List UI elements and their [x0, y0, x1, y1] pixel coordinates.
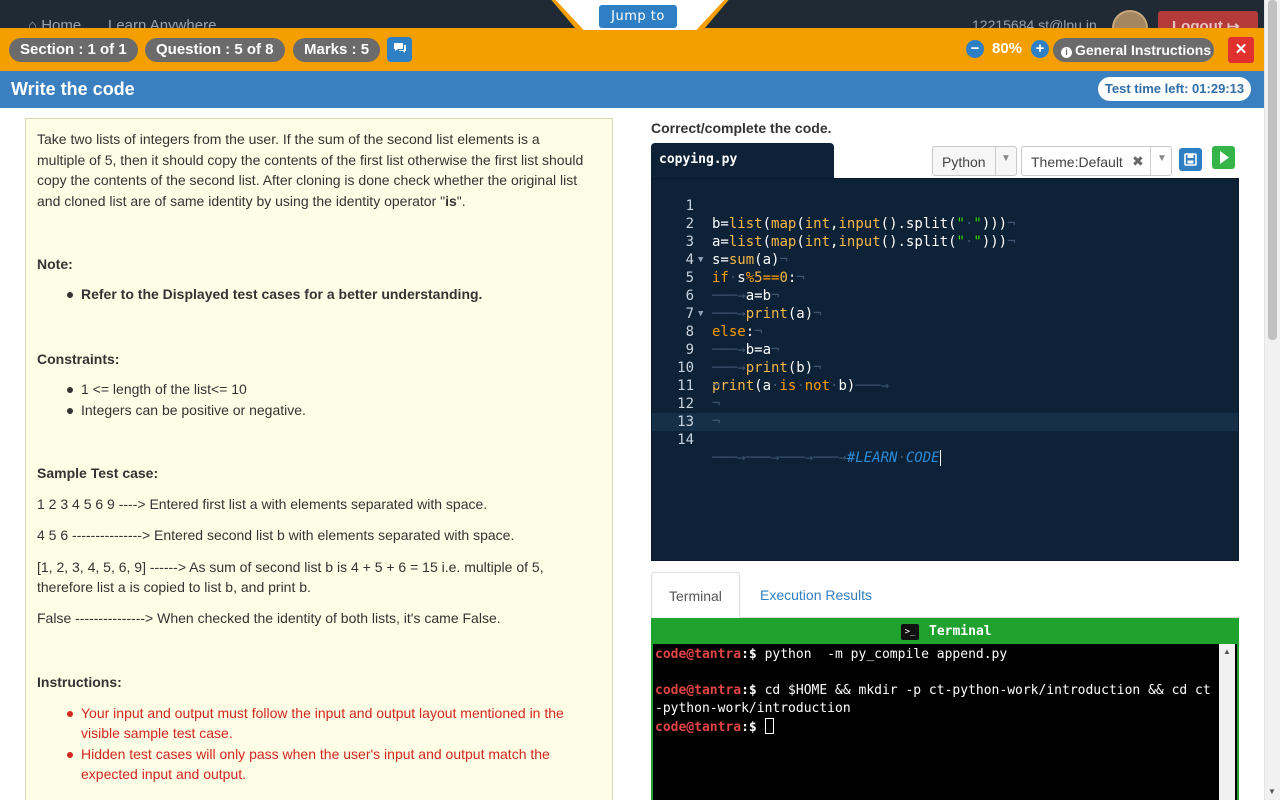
general-instructions-button[interactable]: i General Instructions	[1053, 38, 1214, 62]
section-badge: Section : 1 of 1	[9, 38, 138, 62]
instructions-heading: Instructions:	[37, 674, 122, 690]
code-line: 8 ───→b=a¬	[685, 324, 780, 358]
scrollbar-thumb[interactable]	[1268, 0, 1277, 340]
code-line: 12 ¬	[677, 396, 721, 412]
home-link[interactable]: ⌂ Home	[28, 17, 81, 28]
editor-label: Correct/complete the code.	[651, 120, 832, 136]
file-tab[interactable]: copying.py	[651, 143, 834, 178]
bullet	[67, 292, 73, 298]
zoom-out-button[interactable]: −	[966, 40, 984, 58]
terminal-icon: >_	[901, 624, 919, 640]
clear-icon[interactable]: ✖	[1132, 153, 1144, 170]
code-line: 4 ▼ if·s%5==0:¬	[685, 252, 805, 286]
marks-badge: Marks : 5	[293, 38, 381, 62]
play-icon	[1220, 151, 1229, 164]
sample-line: 4 5 6 ---------------> Entered second li…	[37, 527, 515, 543]
language-value: Python	[942, 154, 986, 170]
title-bar	[0, 71, 1264, 108]
instruction-item: Hidden test cases will only pass when th…	[81, 746, 550, 762]
terminal-title: Terminal	[929, 624, 992, 639]
question-badge: Question : 5 of 8	[145, 38, 285, 62]
note-item: Refer to the Displayed test cases for a …	[81, 286, 483, 302]
save-button[interactable]	[1179, 148, 1202, 171]
save-icon	[1184, 153, 1197, 166]
question-panel	[25, 118, 613, 800]
tab-terminal-label: Terminal	[669, 588, 722, 604]
question-line: multiple of 5, then it should copy the c…	[37, 152, 584, 168]
run-button[interactable]	[1212, 146, 1235, 169]
constraints-heading: Constraints:	[37, 351, 120, 367]
terminal-cursor	[764, 718, 774, 734]
bullet	[67, 711, 73, 717]
chevron-down-icon: ▼	[1001, 153, 1011, 164]
zoom-in-button[interactable]: +	[1031, 40, 1049, 58]
terminal-scrollbar[interactable]: ▲	[1219, 644, 1235, 800]
terminal-line: code@tantra:$ python -m py_compile appen…	[655, 647, 1008, 662]
avatar[interactable]	[1112, 10, 1148, 28]
code-line: 9 ───→print(b)¬	[685, 342, 822, 376]
code-line: 1 b=list(map(int,input().split("·")))¬	[685, 198, 1016, 232]
logout-button[interactable]: Logout ↦	[1158, 11, 1258, 28]
code-line: 5 ───→a=b¬	[685, 270, 780, 304]
code-line: 2 a=list(map(int,input().split("·")))¬	[685, 216, 1016, 250]
terminal-line: code@tantra:$	[655, 718, 774, 737]
instruction-item: visible sample test case.	[81, 725, 233, 741]
chat-icon[interactable]	[387, 37, 412, 62]
tab-terminal[interactable]: Terminal	[651, 572, 740, 618]
code-line: 6 ───→print(a)¬	[685, 288, 822, 322]
sample-line: False ---------------> When checked the …	[37, 610, 501, 626]
zoom-level: 80%	[992, 40, 1023, 57]
code-line: 10 print(a·is·not·b)───→	[677, 360, 890, 394]
page-title: Write the code	[11, 79, 135, 99]
learn-anywhere-link[interactable]: Learn Anywhere	[108, 17, 216, 28]
constraint-item: 1 <= length of the list<= 10	[81, 381, 247, 397]
code-line: 3 s=sum(a)¬	[685, 234, 788, 268]
instruction-item: Your input and output must follow the in…	[81, 705, 564, 721]
code-line: 13 ¬	[677, 414, 721, 430]
sample-line: [1, 2, 3, 4, 5, 6, 9] ------> As sum of …	[37, 559, 544, 575]
sample-line: 1 2 3 4 5 6 9 ----> Entered first list a…	[37, 496, 488, 512]
user-email: 12215684.st@lpu.in	[972, 17, 1097, 28]
language-select[interactable]: Python ▼	[932, 146, 1017, 176]
bullet	[67, 387, 73, 393]
instruction-item: expected input and output.	[81, 766, 247, 782]
chevron-down-icon: ▼	[1157, 153, 1167, 164]
question-line: Take two lists of integers from the user…	[37, 131, 540, 147]
close-icon[interactable]: ✕	[1228, 37, 1254, 63]
code-line: 11 ¬	[677, 378, 721, 394]
terminal-line: -python-work/introduction	[655, 701, 851, 716]
jump-to-button[interactable]: Jump to	[599, 5, 677, 28]
terminal-panel[interactable]: >_ Terminal code@tantra:$ python -m py_c…	[651, 618, 1239, 800]
tab-execution-results[interactable]: Execution Results	[760, 587, 872, 603]
theme-value: Theme:Default	[1031, 154, 1123, 170]
code-line: 7 ▼ else:¬	[685, 306, 763, 340]
code-editor[interactable]: 1 b=list(map(int,input().split("·")))¬ 2…	[651, 178, 1239, 561]
page-scrollbar[interactable]: ▼	[1264, 0, 1280, 800]
question-line: copy the contents of the second list. Af…	[37, 172, 578, 188]
question-line: and cloned list are of same identity by …	[37, 193, 466, 209]
timer-badge: Test time left: 01:29:13	[1098, 77, 1251, 101]
note-heading: Note:	[37, 256, 73, 272]
filename: copying.py	[659, 152, 738, 167]
sample-line: therefore list a is copied to list b, an…	[37, 579, 311, 595]
code-line: 14 ───→───→───→───→#LEARN·CODE	[677, 432, 941, 466]
terminal-line: code@tantra:$ cd $HOME && mkdir -p ct-py…	[655, 683, 1211, 698]
sample-heading: Sample Test case:	[37, 465, 159, 481]
general-instructions-label: General Instructions	[1075, 42, 1212, 58]
theme-select[interactable]: Theme:Default ✖ ▼	[1021, 146, 1172, 176]
bullet	[67, 408, 73, 414]
info-icon: i	[1061, 47, 1072, 58]
scroll-down-icon[interactable]: ▼	[1268, 787, 1276, 796]
terminal-header: >_ Terminal	[653, 620, 1237, 644]
constraint-item: Integers can be positive or negative.	[81, 402, 306, 418]
bullet	[67, 752, 73, 758]
